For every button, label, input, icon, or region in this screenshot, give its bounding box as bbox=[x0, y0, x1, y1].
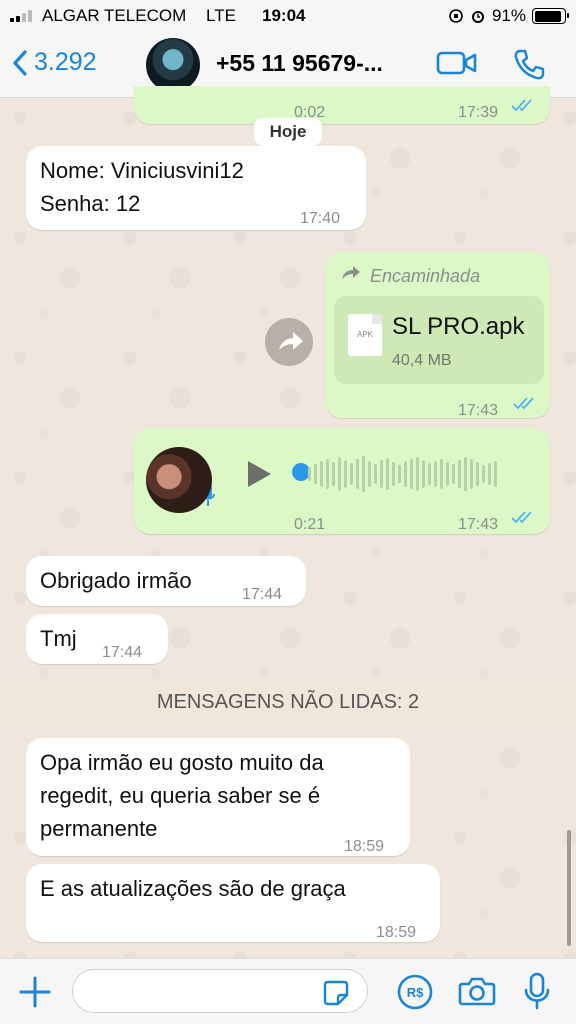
waveform-bar bbox=[422, 460, 425, 488]
message-text-line: Senha: 12 bbox=[40, 191, 141, 216]
incoming-message[interactable]: Nome: Viniciusvini12 Senha: 12 17:40 bbox=[26, 146, 366, 230]
waveform-bar bbox=[332, 462, 335, 486]
waveform-bar bbox=[386, 458, 389, 490]
microphone-icon[interactable] bbox=[522, 971, 552, 1011]
waveform-bar bbox=[404, 461, 407, 487]
phone-call-icon[interactable] bbox=[512, 48, 546, 82]
waveform-bar bbox=[434, 461, 437, 487]
message-composer: R$ bbox=[0, 958, 576, 1024]
pix-icon[interactable]: R$ bbox=[396, 973, 434, 1011]
forwarded-icon bbox=[342, 266, 360, 279]
message-text: Obrigado irmão bbox=[40, 568, 192, 593]
waveform-bar bbox=[452, 464, 455, 484]
file-card[interactable]: APK SL PRO.apk 40,4 MB bbox=[334, 296, 544, 384]
waveform-bar bbox=[320, 461, 323, 487]
waveform-bar bbox=[350, 463, 353, 485]
waveform-bar bbox=[344, 460, 347, 488]
message-time: 18:59 bbox=[376, 924, 417, 941]
forwarded-label: Encaminhada bbox=[370, 266, 481, 286]
scrollbar[interactable] bbox=[567, 830, 571, 946]
read-ticks-icon bbox=[511, 99, 532, 112]
signal-icon bbox=[10, 10, 32, 22]
message-text-line: Opa irmão eu gosto muito da bbox=[40, 750, 324, 775]
sticker-icon[interactable] bbox=[322, 979, 350, 1007]
unread-count: 3.292 bbox=[34, 48, 97, 76]
message-text: E as atualizações são de graça bbox=[40, 876, 346, 901]
battery-icon bbox=[532, 8, 569, 24]
waveform-bar bbox=[440, 459, 443, 489]
waveform-bar bbox=[338, 457, 341, 491]
back-button[interactable]: 3.292 bbox=[12, 48, 97, 77]
message-time: 17:44 bbox=[242, 586, 283, 603]
clock: 19:04 bbox=[262, 6, 306, 25]
unread-messages-banner: MENSAGENS NÃO LIDAS: 2 bbox=[0, 680, 576, 724]
waveform-bar bbox=[356, 459, 359, 489]
network-type: LTE bbox=[206, 6, 236, 25]
waveform-bar bbox=[488, 463, 491, 485]
chevron-left-icon bbox=[13, 49, 27, 76]
waveform-bar bbox=[374, 464, 377, 484]
read-ticks-icon bbox=[511, 511, 532, 524]
sender-avatar bbox=[146, 447, 212, 513]
message-time: 17:43 bbox=[458, 402, 499, 419]
incoming-message[interactable]: Tmj 17:44 bbox=[26, 614, 168, 664]
message-time: 17:40 bbox=[300, 210, 341, 227]
battery-percent: 91% bbox=[491, 6, 526, 25]
apk-file-icon: APK bbox=[348, 314, 382, 356]
waveform-bar bbox=[494, 461, 497, 487]
message-text-line: permanente bbox=[40, 816, 158, 841]
incoming-message[interactable]: E as atualizações são de graça 18:59 bbox=[26, 864, 440, 942]
forward-button[interactable] bbox=[265, 318, 313, 366]
waveform-bar bbox=[326, 459, 329, 489]
alarm-icon bbox=[471, 11, 484, 23]
svg-text:R$: R$ bbox=[407, 985, 424, 1000]
waveform-bar bbox=[398, 465, 401, 483]
message-text-line: Nome: Viniciusvini12 bbox=[40, 158, 244, 183]
waveform-bar bbox=[458, 460, 461, 488]
waveform-bar bbox=[470, 459, 473, 489]
file-size: 40,4 MB bbox=[392, 352, 452, 369]
contact-avatar[interactable] bbox=[146, 38, 200, 92]
waveform-bar bbox=[482, 465, 485, 483]
message-text: Tmj bbox=[40, 626, 77, 651]
incoming-message[interactable]: Opa irmão eu gosto muito da regedit, eu … bbox=[26, 738, 410, 856]
incoming-message[interactable]: Obrigado irmão 17:44 bbox=[26, 556, 306, 606]
orientation-lock-icon bbox=[449, 9, 463, 23]
video-call-icon[interactable] bbox=[436, 48, 478, 78]
waveform-bar bbox=[308, 467, 311, 481]
date-separator: Hoje bbox=[254, 118, 322, 146]
waveform-bar bbox=[428, 463, 431, 485]
message-time: 17:44 bbox=[102, 644, 143, 661]
waveform-bar bbox=[362, 456, 365, 492]
audio-waveform[interactable] bbox=[308, 454, 497, 494]
prev-audio-message[interactable]: 0:02 17:39 bbox=[134, 86, 550, 124]
message-time: 18:59 bbox=[344, 838, 385, 855]
carrier-name: ALGAR TELECOM bbox=[42, 6, 187, 25]
play-icon[interactable] bbox=[244, 458, 274, 490]
waveform-bar bbox=[476, 462, 479, 486]
message-text-line: regedit, eu queria saber se é bbox=[40, 783, 321, 808]
read-ticks-icon bbox=[513, 397, 534, 410]
waveform-bar bbox=[410, 459, 413, 489]
waveform-bar bbox=[380, 460, 383, 488]
waveform-bar bbox=[314, 464, 317, 484]
contact-name[interactable]: +55 11 95679-... bbox=[216, 50, 383, 77]
plus-icon[interactable] bbox=[18, 975, 52, 1009]
forwarded-file-message[interactable]: Encaminhada APK SL PRO.apk 40,4 MB 17:43 bbox=[326, 252, 550, 419]
waveform-bar bbox=[392, 462, 395, 486]
waveform-bar bbox=[368, 461, 371, 487]
waveform-bar bbox=[446, 462, 449, 486]
waveform-bar bbox=[464, 457, 467, 491]
waveform-bar bbox=[416, 457, 419, 491]
audio-duration: 0:21 bbox=[294, 516, 326, 533]
message-time: 17:43 bbox=[458, 516, 499, 533]
camera-icon[interactable] bbox=[458, 975, 496, 1007]
forward-arrow-icon bbox=[279, 332, 303, 350]
status-bar: ALGAR TELECOM LTE 19:04 91% bbox=[0, 0, 576, 32]
message-time: 17:39 bbox=[458, 104, 499, 121]
file-name: SL PRO.apk bbox=[392, 313, 525, 340]
